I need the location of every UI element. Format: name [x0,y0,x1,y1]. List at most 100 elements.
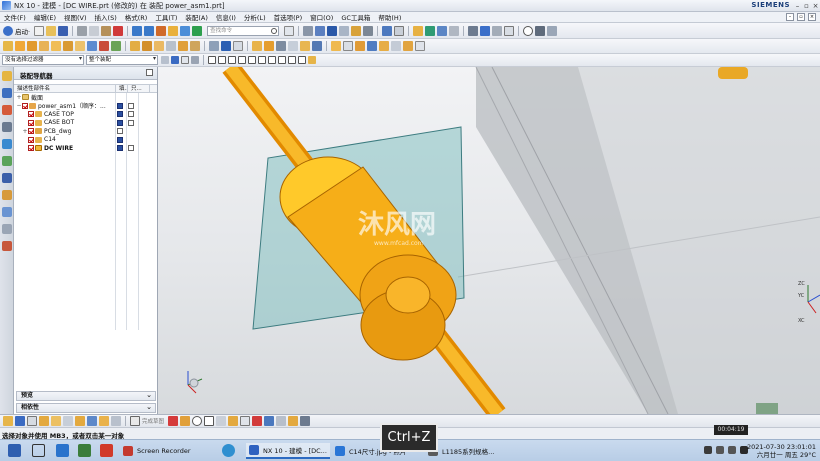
web-browser-tab-icon[interactable] [1,139,12,149]
replace-face-icon[interactable] [288,41,298,51]
dimension-icon[interactable] [216,416,227,426]
project-curve-icon[interactable] [367,41,377,51]
checkbox-icon[interactable] [28,145,34,152]
select-body-icon[interactable] [191,56,199,64]
revolve-icon[interactable] [27,41,37,51]
arc-icon[interactable] [51,416,61,426]
finish-sketch-label[interactable]: 完成草图 [142,417,164,425]
text-icon[interactable] [391,41,401,51]
rect-tool-icon[interactable] [204,416,215,426]
render-style-icon[interactable] [394,25,405,36]
menu-information[interactable]: 信息(I) [212,12,240,22]
move-component-icon[interactable] [492,25,503,36]
minimize-icon[interactable]: – [793,0,802,12]
select-edge-icon[interactable] [181,56,189,64]
snap-on-face-icon[interactable] [288,56,296,64]
task-view-icon[interactable] [32,444,45,457]
manufacturing-wizard-tab-icon[interactable] [1,241,12,251]
show-icon[interactable] [180,25,191,36]
fit-icon[interactable] [303,25,314,36]
sketch-finish-icon[interactable] [3,416,13,426]
process-studio-tab-icon[interactable] [1,190,12,200]
extrude-icon[interactable] [15,41,25,51]
constraint-tool-icon[interactable] [228,416,239,426]
constraint-icon[interactable] [480,25,491,36]
edit-section-icon[interactable] [413,25,424,36]
checkbox-icon[interactable] [28,136,34,143]
col-readonly[interactable]: 只... [128,85,150,92]
circle-icon[interactable] [63,416,73,426]
history-tab-icon[interactable] [1,156,12,166]
hole-icon[interactable] [39,41,49,51]
menu-assemblies[interactable]: 装配(A) [181,12,212,22]
unite-icon[interactable] [87,41,97,51]
tree-item-power-asm1[interactable]: − power_asm1（顺序：... [14,102,157,110]
menu-format[interactable]: 格式(R) [121,12,152,22]
tree-item-pcb-dwg[interactable]: + PCB_dwg [14,127,157,136]
help-icon[interactable] [284,25,295,36]
col-fill[interactable]: 填... [116,85,128,92]
edge-browser-icon[interactable] [222,444,235,457]
taskbar-nx[interactable]: NX 10 - 建模 - [DC... [246,443,330,459]
intersect-icon[interactable] [111,41,121,51]
rotate-icon[interactable] [327,25,338,36]
make-corner-icon[interactable] [252,416,263,426]
windows-start-icon[interactable] [8,444,21,457]
command-search-input[interactable]: 查找命令 [207,25,280,36]
menu-gc-toolkit[interactable]: GC工具箱 [337,12,374,22]
point-icon[interactable] [233,41,243,51]
pattern-curve-icon[interactable] [276,416,287,426]
snap-view-icon[interactable] [523,25,534,36]
start-icon[interactable] [3,25,13,36]
selection-scope-dropdown[interactable]: 整个装配 [86,55,158,65]
menu-insert[interactable]: 插入(S) [91,12,121,22]
emboss-icon[interactable] [403,41,413,51]
subtract-icon[interactable] [99,41,109,51]
tree-item-case-top[interactable]: CASE TOP [14,110,157,119]
taskbar-screen-recorder[interactable]: Screen Recorder [120,443,194,459]
snap-on-curve-icon[interactable] [278,56,286,64]
more-feature-icon[interactable] [415,41,425,51]
clip-section-icon[interactable] [425,25,436,36]
assembly-icon[interactable] [468,25,479,36]
menu-file[interactable]: 文件(F) [0,12,30,22]
checkbox-icon[interactable] [28,119,34,126]
tube-icon[interactable] [331,41,341,51]
mirror-icon[interactable] [190,41,200,51]
menu-window[interactable]: 窗口(O) [306,12,337,22]
snap-center-icon[interactable] [248,56,256,64]
system-materials-tab-icon[interactable] [1,173,12,183]
roles-tab-icon[interactable] [1,207,12,217]
part-navigator-tab-icon[interactable] [1,105,12,115]
restore-icon[interactable]: ▫ [802,0,811,12]
profile-icon[interactable] [27,416,37,426]
sweep-icon[interactable] [343,41,353,51]
mirror-curve-icon[interactable] [240,416,251,426]
extend-icon[interactable] [180,416,191,426]
close-icon[interactable]: × [811,0,820,12]
snap-quadrant-icon[interactable] [258,56,266,64]
derived-line-icon[interactable] [288,416,299,426]
menu-preferences[interactable]: 首选项(P) [270,12,307,22]
datum-axis-icon[interactable] [221,41,231,51]
orient-view-icon[interactable] [15,416,25,426]
pattern-icon[interactable] [178,41,188,51]
menu-edit[interactable]: 编辑(E) [30,12,60,22]
open-folder-icon[interactable] [46,25,57,36]
circle-tool-icon[interactable] [192,416,203,426]
doc-restore-icon[interactable]: ▫ [797,13,805,21]
doc-minimize-icon[interactable]: – [786,13,794,21]
curve-icon[interactable] [355,41,365,51]
edge-blend-icon[interactable] [130,41,140,51]
hide-icon[interactable] [168,25,179,36]
analysis-icon[interactable] [449,25,460,36]
menu-view[interactable]: 视图(V) [60,12,91,22]
shaded-icon[interactable] [351,25,362,36]
snap-existing-point-icon[interactable] [268,56,276,64]
paste-icon[interactable] [101,25,112,36]
snap-control-icon[interactable] [228,56,236,64]
tree-item-dc-wire[interactable]: DC WIRE [14,144,157,153]
wireframe-icon[interactable] [363,25,374,36]
taskbar-clock[interactable]: 2021-07-30 23:01:01 六月廿一 周五 29°C [747,443,816,459]
dependencies-section[interactable]: 相依性 ⌄ [16,403,156,413]
